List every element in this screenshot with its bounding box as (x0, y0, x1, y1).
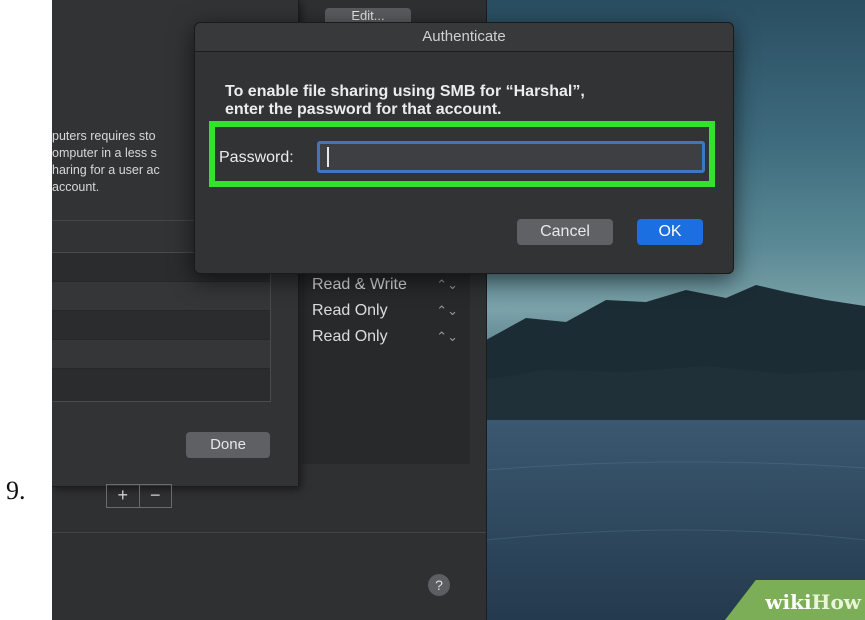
permission-row[interactable]: Read & Write ⌃⌄ (312, 272, 462, 298)
text-caret (327, 147, 329, 167)
permission-row[interactable]: Read Only ⌃⌄ (312, 298, 462, 324)
password-field[interactable] (317, 141, 705, 173)
add-remove-control: + − (106, 484, 172, 508)
info-line: haring for a user ac (52, 163, 160, 177)
watermark-logo: wikiHow (765, 590, 861, 614)
dialog-message: To enable file sharing using SMB for “Ha… (225, 83, 705, 119)
permission-row[interactable]: Read Only ⌃⌄ (312, 324, 462, 350)
stepper-arrows-icon[interactable]: ⌃⌄ (436, 277, 458, 293)
done-button[interactable]: Done (186, 432, 270, 458)
accounts-list[interactable] (52, 252, 271, 402)
add-button[interactable]: + (107, 485, 139, 507)
stepper-arrows-icon[interactable]: ⌃⌄ (436, 303, 458, 319)
dialog-title: Authenticate (195, 23, 733, 52)
permissions-list: Read & Write ⌃⌄ Read Only ⌃⌄ Read Only ⌃… (312, 272, 462, 350)
watermark-how: How (811, 590, 861, 614)
authenticate-dialog: Authenticate To enable file sharing usin… (194, 22, 734, 274)
list-item[interactable] (52, 282, 270, 311)
cancel-button[interactable]: Cancel (517, 219, 613, 245)
ok-button[interactable]: OK (637, 219, 703, 245)
message-line: enter the password for that account. (225, 101, 502, 118)
permission-label: Read Only (312, 328, 388, 345)
screen: Edit... Read & Write ⌃⌄ Read Only ⌃⌄ Rea… (52, 0, 865, 620)
info-line: puters requires sto (52, 129, 156, 143)
list-item[interactable] (52, 340, 270, 369)
list-item[interactable] (52, 311, 270, 340)
stepper-arrows-icon[interactable]: ⌃⌄ (436, 329, 458, 345)
step-number: 9. (6, 476, 26, 505)
divider (52, 532, 486, 533)
remove-button[interactable]: − (138, 485, 172, 507)
message-line: To enable file sharing using SMB for “Ha… (225, 83, 585, 100)
permission-label: Read Only (312, 302, 388, 319)
help-button[interactable]: ? (428, 574, 450, 596)
info-line: account. (52, 180, 100, 194)
permission-label: Read & Write (312, 276, 407, 293)
info-line: omputer in a less s (52, 146, 157, 160)
password-label: Password: (219, 149, 294, 166)
watermark-wiki: wiki (765, 590, 812, 614)
sharing-info-text: puters requires sto omputer in a less s … (52, 128, 202, 196)
